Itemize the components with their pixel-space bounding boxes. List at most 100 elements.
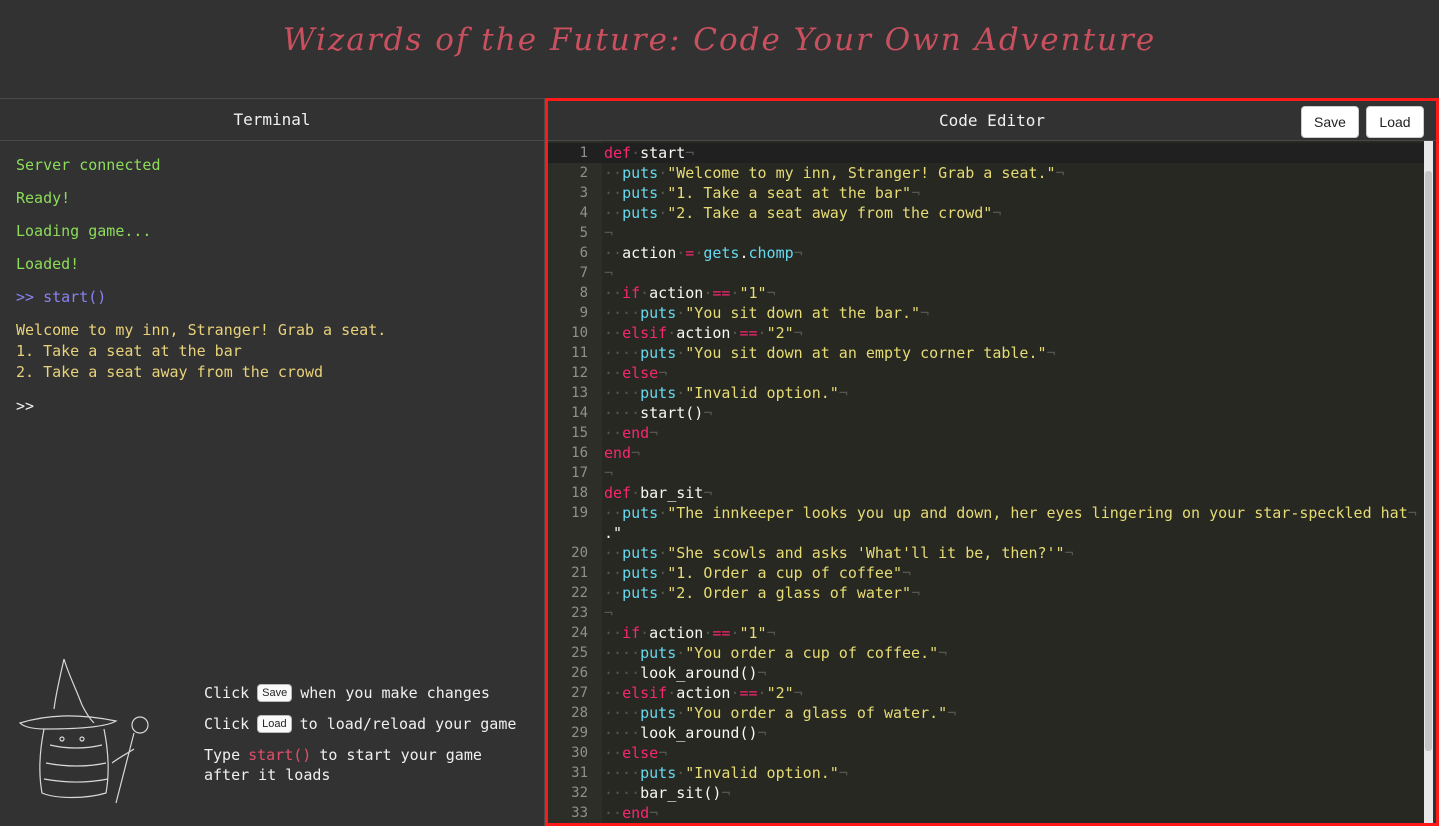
code-text: ··puts·"1. Order a cup of coffee"¬ [604, 564, 912, 582]
code-line: 26 ····look_around()¬ [548, 663, 1424, 683]
code-line: 8 ··if·action·==·"1"¬ [548, 283, 1424, 303]
code-text: ¬ [604, 224, 614, 242]
code-line: 5 ¬ [548, 223, 1424, 243]
code-text: ··if·action·==·"1"¬ [604, 624, 776, 642]
code-text: ¬ [604, 264, 614, 282]
line-number: 32 [571, 785, 588, 801]
code-text: ····bar_sit()¬ [604, 784, 731, 802]
line-number: 24 [571, 625, 588, 641]
code-text: def·bar_sit¬ [604, 484, 713, 502]
terminal-output[interactable]: Server connected Ready! Loading game... … [0, 141, 544, 415]
line-number: 23 [571, 605, 588, 621]
code-line: 17 ¬ [548, 463, 1424, 483]
code-line: 21 ··puts·"1. Order a cup of coffee"¬ [548, 563, 1424, 583]
code-line: 6 ··action·=·gets.chomp¬ [548, 243, 1424, 263]
code-text: ····puts·"You order a glass of water."¬ [604, 704, 957, 722]
code-editor-panel: Code Editor Save Load 1 def·start¬ 2 ··puts… [545, 98, 1439, 826]
code-line: 28 ····puts·"You order a glass of water."… [548, 703, 1424, 723]
code-line: 25 ····puts·"You order a cup of coffee."¬ [548, 643, 1424, 663]
line-number: 10 [571, 325, 588, 341]
code-line: 30 ··else¬ [548, 743, 1424, 763]
code-text: ¬ [604, 464, 614, 482]
code-line: 10 ··elsif·action·==·"2"¬ [548, 323, 1424, 343]
code-text: ····puts·"You order a cup of coffee."¬ [604, 644, 948, 662]
line-number: 33 [571, 805, 588, 821]
code-text: ··elsif·action·==·"2"¬ [604, 684, 803, 702]
app-title: Wizards of the Future: Code Your Own Adv… [282, 22, 1157, 58]
code-text: ····puts·"You sit down at an empty corne… [604, 344, 1056, 362]
line-number: 19 [571, 505, 588, 521]
code-area[interactable]: 1 def·start¬ 2 ··puts·"Welcome to my inn, S… [548, 141, 1424, 823]
help-click-label: Click [204, 714, 250, 733]
code-line: 12 ··else¬ [548, 363, 1424, 383]
line-number: 2 [579, 165, 588, 181]
terminal-command: >> start() [16, 288, 107, 306]
save-key-hint: Save [257, 683, 293, 702]
code-line: 24 ··if·action·==·"1"¬ [548, 623, 1424, 643]
line-number: 13 [571, 385, 588, 401]
line-number: 8 [579, 285, 588, 301]
line-number: 17 [571, 465, 588, 481]
code-line: 2 ··puts·"Welcome to my inn, Stranger! Gr… [548, 163, 1424, 183]
code-text: ··puts·"The innkeeper looks you up and d… [604, 504, 1417, 542]
code-line: 16 end¬ [548, 443, 1424, 463]
line-number: 12 [571, 365, 588, 381]
save-button[interactable]: Save [1301, 106, 1359, 138]
line-number: 30 [571, 745, 588, 761]
line-number: 25 [571, 645, 588, 661]
code-text: ····puts·"Invalid option."¬ [604, 764, 848, 782]
line-number: 1 [579, 145, 588, 161]
line-number: 31 [571, 765, 588, 781]
line-number: 15 [571, 425, 588, 441]
line-number: 14 [571, 405, 588, 421]
code-line: 13 ····puts·"Invalid option."¬ [548, 383, 1424, 403]
help-start-text: to start your game [319, 745, 482, 764]
editor-scrollbar[interactable] [1424, 141, 1433, 823]
line-number: 26 [571, 665, 588, 681]
terminal-output-line: 1. Take a seat at the bar [16, 342, 242, 360]
help-section: Click Save when you make changes Click L… [16, 653, 536, 813]
help-start-word: start() [248, 745, 312, 764]
load-key-hint: Load [257, 714, 292, 733]
code-text: ··end¬ [604, 804, 659, 822]
line-number: 28 [571, 705, 588, 721]
line-number: 4 [579, 205, 588, 221]
code-lines: 1 def·start¬ 2 ··puts·"Welcome to my inn, S… [548, 143, 1424, 823]
help-start-row: Type start() to start your game [204, 743, 516, 766]
code-text: ··puts·"1. Take a seat at the bar"¬ [604, 184, 921, 202]
help-load-row: Click Load to load/reload your game [204, 712, 516, 735]
code-line: 9 ····puts·"You sit down at the bar."¬ [548, 303, 1424, 323]
code-line: 32 ····bar_sit()¬ [548, 783, 1424, 803]
terminal-panel: Terminal Server connected Ready! Loading… [0, 98, 545, 826]
scrollbar-thumb[interactable] [1425, 171, 1432, 751]
code-line: 29 ····look_around()¬ [548, 723, 1424, 743]
terminal-title: Terminal [0, 99, 544, 141]
line-number: 3 [579, 185, 588, 201]
load-button[interactable]: Load [1366, 106, 1424, 138]
code-line: 33 ··end¬ [548, 803, 1424, 823]
code-text: ··else¬ [604, 364, 668, 382]
code-line: 31 ····puts·"Invalid option."¬ [548, 763, 1424, 783]
help-save-text: when you make changes [300, 683, 490, 702]
code-line: 22 ··puts·"2. Order a glass of water"¬ [548, 583, 1424, 603]
code-text: ··if·action·==·"1"¬ [604, 284, 776, 302]
terminal-prompt[interactable]: >> [16, 397, 528, 415]
code-text: ····look_around()¬ [604, 664, 767, 682]
line-number: 7 [579, 265, 588, 281]
code-text: ··puts·"2. Order a glass of water"¬ [604, 584, 921, 602]
code-text: ··action·=·gets.chomp¬ [604, 244, 803, 262]
code-line: 27 ··elsif·action·==·"2"¬ [548, 683, 1424, 703]
code-text: ····look_around()¬ [604, 724, 767, 742]
line-number: 29 [571, 725, 588, 741]
app-header: Wizards of the Future: Code Your Own Adv… [0, 0, 1439, 98]
code-line: 4 ··puts·"2. Take a seat away from the cr… [548, 203, 1424, 223]
code-text: ····puts·"You sit down at the bar."¬ [604, 304, 930, 322]
code-line: 11 ····puts·"You sit down at an empty cor… [548, 343, 1424, 363]
code-line: 19 ··puts·"The innkeeper looks you up and… [548, 503, 1424, 543]
code-line: 20 ··puts·"She scowls and asks 'What'll i… [548, 543, 1424, 563]
code-line: 15 ··end¬ [548, 423, 1424, 443]
line-number: 9 [579, 305, 588, 321]
help-type-label: Type [204, 745, 241, 764]
line-number: 5 [579, 225, 588, 241]
line-number: 21 [571, 565, 588, 581]
